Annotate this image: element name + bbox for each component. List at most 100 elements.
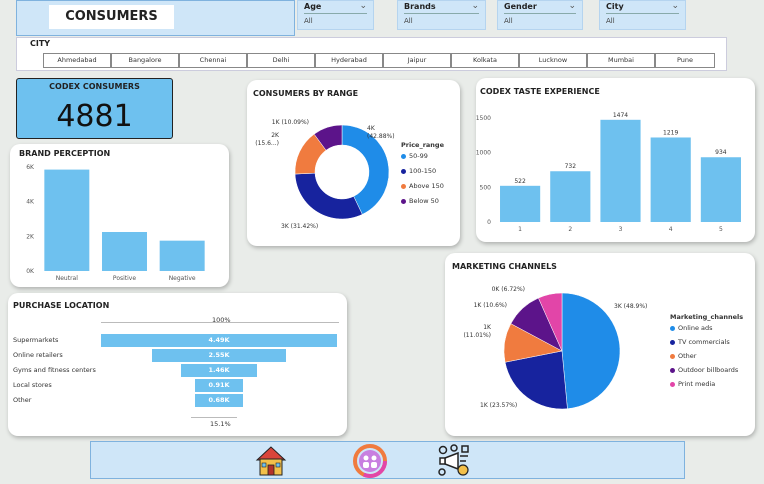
home-icon[interactable] (254, 444, 288, 478)
purchase-location-card: PURCHASE LOCATION 100% Supermarkets 4.49K… (8, 293, 347, 436)
nav-bar (90, 441, 685, 479)
bar (650, 137, 691, 222)
city-option-bangalore[interactable]: Bangalore (111, 53, 179, 68)
x-tick-label: 3 (619, 226, 623, 233)
y-tick-label: 2K (26, 233, 35, 240)
city-filter-panel: CITY Ahmedabad Bangalore Chennai Delhi H… (16, 37, 727, 71)
city-slicer[interactable]: City ⌄ All (599, 0, 686, 30)
marketing-pie-chart: 3K (48.9%) 1K (23.57%) 1K (11.01%) 1K (10.6%… (463, 286, 647, 410)
funnel-bottom-line (191, 417, 237, 418)
x-tick-label: Positive (113, 275, 136, 282)
funnel-category-label: Supermarkets (13, 336, 59, 344)
brands-slicer[interactable]: Brands ⌄ All (397, 0, 486, 30)
pie-slice (561, 292, 621, 410)
funnel-bar[interactable]: 1.46K (180, 364, 258, 377)
y-tick-label: 500 (480, 184, 492, 191)
bar (550, 171, 591, 222)
y-tick-label: 1500 (476, 115, 491, 122)
funnel-bar[interactable]: 4.49K (101, 334, 337, 347)
legend-item[interactable]: Print media (670, 380, 715, 388)
funnel-bar[interactable]: 0.68K (195, 394, 243, 407)
data-label: 1219 (663, 129, 678, 136)
funnel-category-label: Online retailers (13, 351, 63, 359)
x-tick-label: 2 (568, 226, 572, 233)
data-label: 4K (42.88%) (367, 125, 395, 140)
chevron-down-icon: ⌄ (471, 1, 479, 11)
city-option-lucknow[interactable]: Lucknow (519, 53, 587, 68)
data-label: 1K (10.6%) (474, 302, 507, 309)
legend-item[interactable]: TV commercials (670, 338, 730, 346)
x-tick-label: Neutral (56, 275, 78, 282)
taste-experience-card: CODEX TASTE EXPERIENCE 0 500 1000 1500 1 522 2… (476, 78, 755, 242)
data-label: 3K (31.42%) (281, 223, 318, 230)
kpi-card: CODEX CONSUMERS 4881 (16, 78, 173, 139)
funnel-bottom-label: 15.1% (210, 420, 231, 428)
data-label: 522 (514, 178, 526, 185)
legend-item[interactable]: Other (670, 352, 696, 360)
city-option-kolkata[interactable]: Kolkata (451, 53, 519, 68)
y-tick-label: 4K (26, 199, 35, 206)
bar (159, 240, 205, 271)
age-slicer[interactable]: Age ⌄ All (297, 0, 374, 30)
page-title: CONSUMERS (49, 5, 174, 29)
kpi-title: CODEX CONSUMERS (49, 82, 140, 91)
chevron-down-icon: ⌄ (568, 1, 576, 11)
kpi-value: 4881 (56, 99, 133, 134)
x-tick-label: 5 (719, 226, 723, 233)
brand-perception-card: BRAND PERCEPTION 0K 2K 4K 6K Neutral Positive… (10, 144, 229, 287)
city-option-ahmedabad[interactable]: Ahmedabad (43, 53, 111, 68)
funnel-bar[interactable]: 0.91K (195, 379, 243, 392)
city-option-chennai[interactable]: Chennai (179, 53, 247, 68)
gender-slicer[interactable]: Gender ⌄ All (497, 0, 583, 30)
city-option-pune[interactable]: Pune (655, 53, 715, 68)
range-donut-chart: 4K (42.88%) 3K (31.42%) 2K (15.6...) 1K (10.0… (255, 119, 395, 230)
bar (102, 232, 147, 271)
data-label: 732 (565, 163, 577, 170)
data-label: 0K (6.72%) (492, 286, 525, 293)
funnel-bar[interactable]: 2.55K (151, 349, 286, 362)
legend-item[interactable]: 100-150 (401, 167, 436, 175)
bar (600, 119, 641, 222)
x-tick-label: Negative (169, 275, 196, 282)
funnel-category-label: Gyms and fitness centers (13, 366, 96, 374)
funnel-category-label: Local stores (13, 381, 52, 389)
legend-item[interactable]: Online ads (670, 324, 713, 332)
data-label: 2K (15.6...) (255, 132, 280, 147)
legend-title: Price_range (401, 141, 444, 149)
city-option-delhi[interactable]: Delhi (247, 53, 315, 68)
city-option-mumbai[interactable]: Mumbai (587, 53, 655, 68)
data-label: 3K (48.9%) (614, 303, 647, 310)
data-label: 1474 (613, 112, 628, 119)
bar (44, 169, 90, 271)
legend-item[interactable]: Outdoor billboards (670, 366, 738, 374)
title-banner: CONSUMERS (16, 0, 295, 36)
brand-perception-chart: 0K 2K 4K 6K Neutral Positive Negative (26, 164, 205, 282)
y-tick-label: 0 (487, 219, 491, 226)
y-tick-label: 6K (26, 164, 35, 171)
bar (700, 157, 741, 222)
consumers-icon[interactable] (353, 444, 387, 478)
chart-title: PURCHASE LOCATION (13, 301, 110, 310)
legend-item[interactable]: Below 50 (401, 197, 439, 205)
x-tick-label: 1 (518, 226, 522, 233)
legend-item[interactable]: 50-99 (401, 152, 428, 160)
legend-item[interactable]: Above 150 (401, 182, 444, 190)
data-label: 1K (10.09%) (272, 119, 309, 126)
funnel-top-line (101, 322, 339, 323)
chevron-down-icon: ⌄ (671, 1, 679, 11)
city-option-hyderabad[interactable]: Hyderabad (315, 53, 383, 68)
pie-slice (294, 172, 363, 220)
legend-title: Marketing_channels (670, 313, 744, 321)
marketing-channels-card: MARKETING CHANNELS 3K (48.9%) 1K (23.57%)… (445, 253, 755, 436)
consumers-by-range-card: CONSUMERS BY RANGE 4K (42.88%) 3K (31.42%)… (247, 80, 460, 246)
data-label: 934 (715, 149, 727, 156)
y-tick-label: 0K (26, 268, 35, 275)
bar (500, 185, 541, 222)
marketing-icon[interactable] (436, 444, 472, 478)
taste-experience-chart: 0 500 1000 1500 1 522 2 732 3 1474 4 1219 5 934 (476, 112, 741, 233)
data-label: 1K (23.57%) (480, 402, 517, 409)
city-option-jaipur[interactable]: Jaipur (383, 53, 451, 68)
y-tick-label: 1000 (476, 150, 491, 157)
chevron-down-icon: ⌄ (359, 1, 367, 11)
x-tick-label: 4 (669, 226, 673, 233)
